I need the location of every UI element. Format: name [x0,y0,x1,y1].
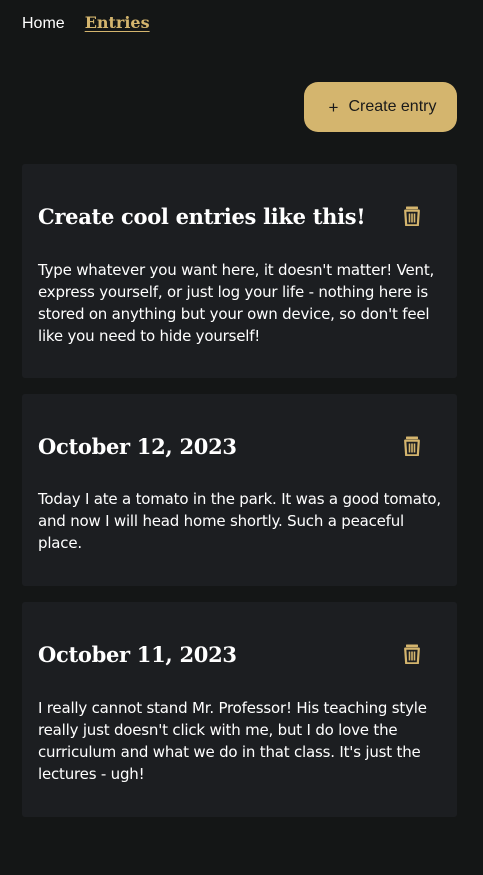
nav-entries-link[interactable]: Entries [85,12,150,34]
trash-icon[interactable] [403,206,421,226]
entry-title: October 11, 2023 [38,642,237,667]
entry-body: I really cannot stand Mr. Professor! His… [38,699,427,783]
entry-card: October 11, 2023 I really cannot stand M… [22,602,457,817]
entry-body: Today I ate a tomato in the park. It was… [38,490,441,552]
entry-card: October 12, 2023 Today I ate a tomato in… [22,394,457,586]
trash-icon[interactable] [403,436,421,456]
top-nav: Home Entries [22,12,150,35]
plus-icon: + [328,97,339,117]
entry-card: Create cool entries like this! Type what… [22,164,457,378]
entry-title: Create cool entries like this! [38,204,366,229]
entry-title: October 12, 2023 [38,434,237,459]
entry-body: Type whatever you want here, it doesn't … [38,261,435,345]
create-entry-label: Create entry [348,98,437,115]
trash-icon[interactable] [403,644,421,664]
create-entry-button[interactable]: + Create entry [304,82,457,132]
nav-home-link[interactable]: Home [22,13,65,35]
